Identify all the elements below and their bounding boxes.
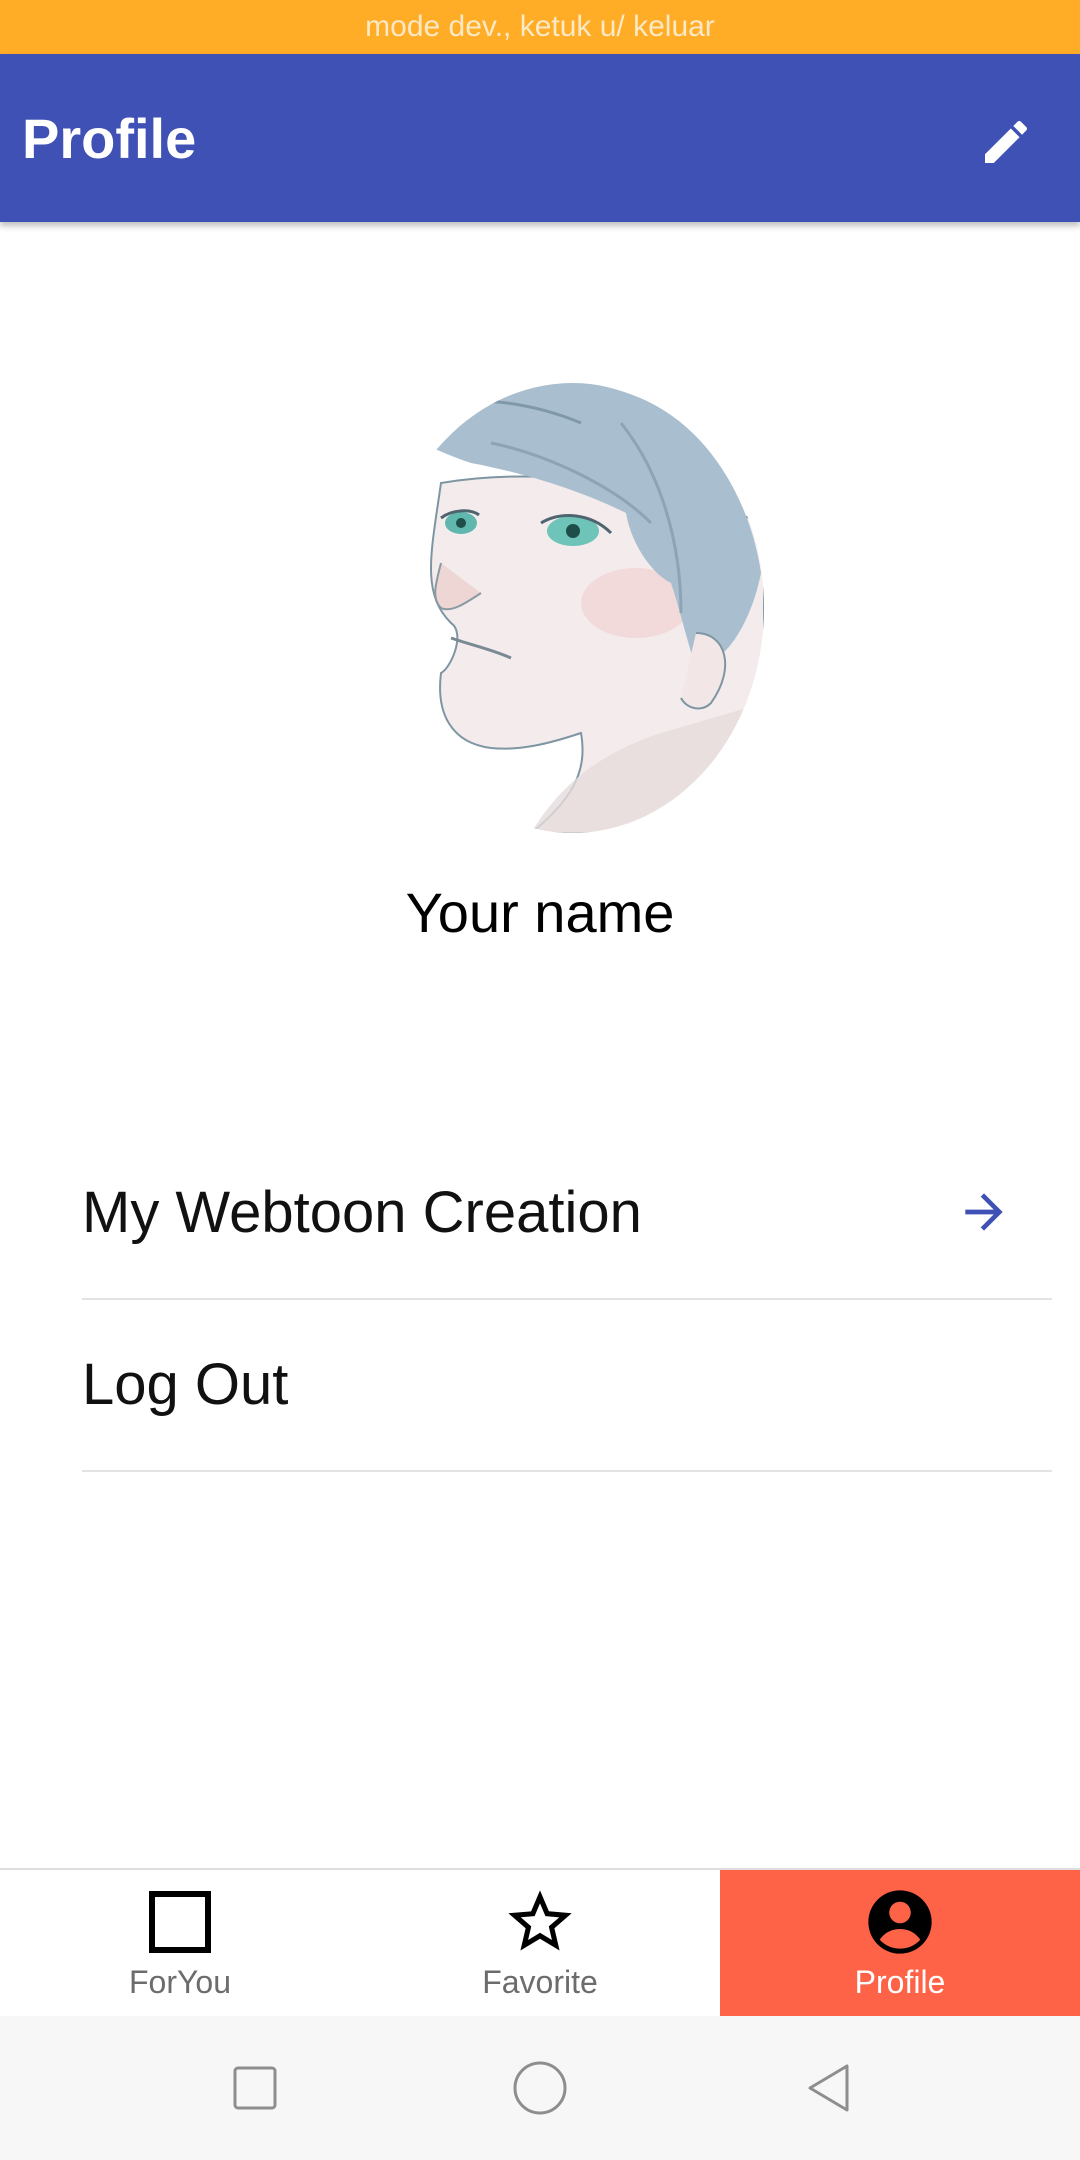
menu-item-label: Log Out [82,1351,289,1417]
account-circle-icon [868,1890,932,1954]
back-icon[interactable] [800,2058,860,2118]
dev-mode-text: mode dev., ketuk u/ keluar [365,10,715,43]
recents-icon[interactable] [225,2058,285,2118]
tab-favorite[interactable]: Favorite [360,1870,720,2018]
home-icon[interactable] [510,2058,570,2118]
tab-label: Profile [854,1964,946,2000]
square-icon [149,1891,211,1953]
menu-item-label: My Webtoon Creation [82,1179,642,1245]
system-navigation-bar [0,2016,1080,2160]
profile-avatar[interactable] [381,383,764,833]
menu-item-log-out[interactable]: Log Out [82,1298,1052,1472]
page-title: Profile [22,106,197,170]
edit-profile-button[interactable] [970,106,1042,178]
user-name: Your name [405,881,675,944]
bottom-navigation: ForYou Favorite Profile [0,1868,1080,2018]
tab-label: ForYou [129,1964,231,2000]
star-icon [508,1890,572,1951]
pencil-icon [985,120,1028,163]
menu-item-my-webtoon-creation[interactable]: My Webtoon Creation [82,1126,1052,1300]
arrow-right-icon [965,1193,1003,1231]
dev-mode-banner[interactable]: mode dev., ketuk u/ keluar [0,0,1080,54]
profile-avatar-image [381,383,764,833]
tab-profile[interactable]: Profile [720,1870,1080,2018]
tab-label: Favorite [482,1964,598,2000]
app-bar: Profile [0,54,1080,222]
tab-foryou[interactable]: ForYou [0,1870,360,2018]
